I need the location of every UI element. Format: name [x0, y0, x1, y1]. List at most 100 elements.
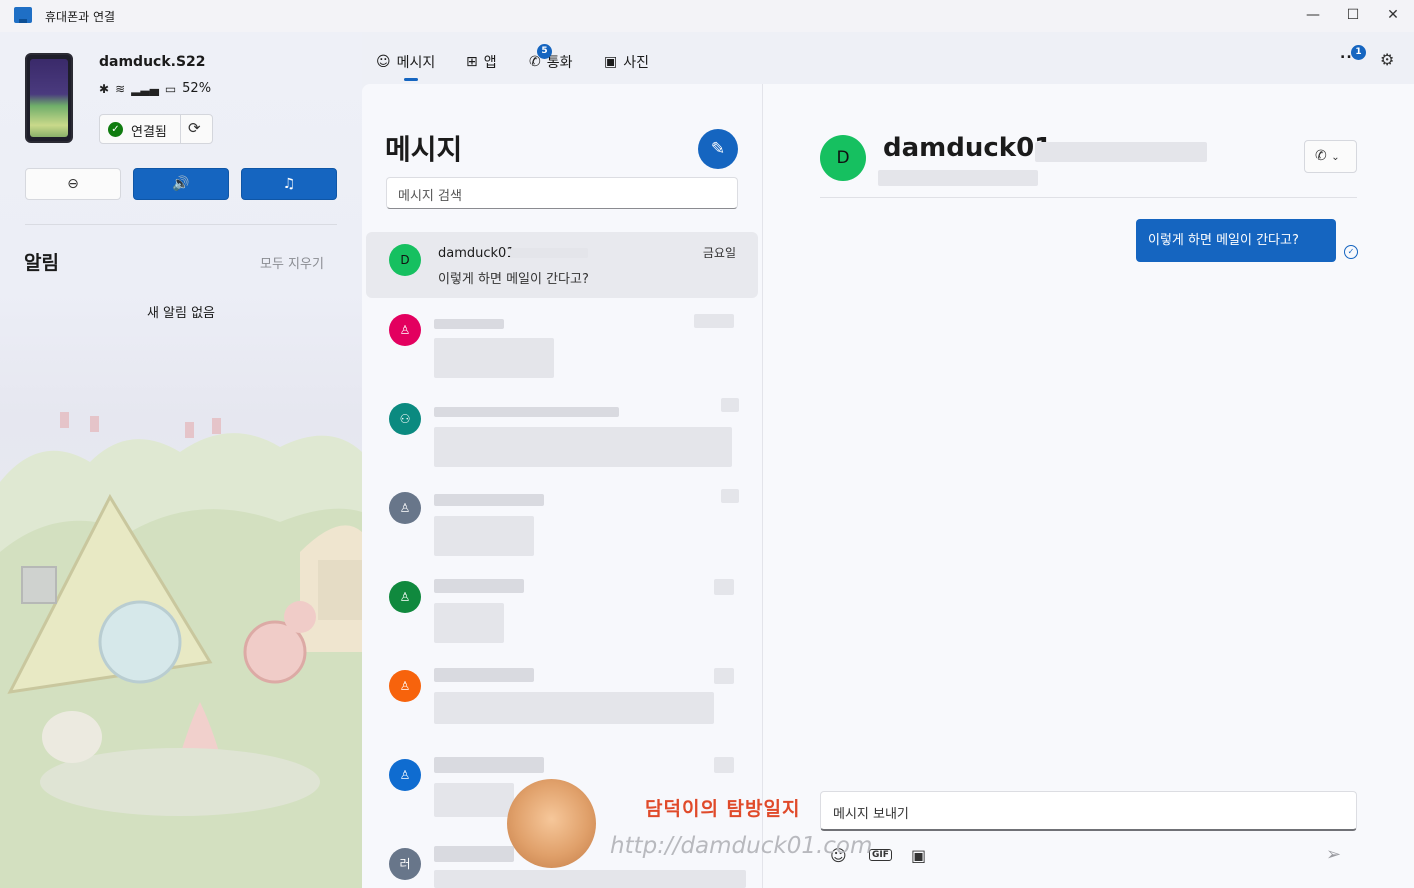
- conversation-item[interactable]: ♙: [366, 484, 758, 556]
- message-search-input[interactable]: 메시지 검색: [386, 177, 738, 209]
- redacted-text: [878, 170, 1038, 186]
- avatar: ♙: [389, 581, 421, 613]
- tab-label: 사진: [623, 55, 649, 71]
- tab-label: 앱: [483, 55, 497, 71]
- send-icon[interactable]: ➢: [1326, 844, 1341, 865]
- phone-icon: ✆: [1315, 148, 1327, 164]
- window-title: 휴대폰과 연결: [45, 10, 116, 24]
- redacted-text: [721, 489, 739, 503]
- contact-avatar: D: [820, 135, 866, 181]
- group-icon: ⚇: [399, 412, 411, 426]
- avatar: ♙: [389, 670, 421, 702]
- redacted-text: [434, 846, 514, 862]
- message-compose-input[interactable]: 메시지 보내기: [820, 791, 1357, 831]
- conversation-item[interactable]: ♙: [366, 306, 758, 378]
- redacted-text: [434, 319, 504, 329]
- connection-status-button[interactable]: ✓ 연결됨 ⟳: [99, 114, 213, 144]
- person-icon: ♙: [399, 501, 411, 515]
- do-not-disturb-button[interactable]: ⊖: [25, 168, 121, 200]
- redacted-text: [714, 579, 734, 595]
- top-navigation: ☺ 메시지 ⊞ 앱 ✆ 통화 5 ▣ 사진: [362, 32, 1414, 84]
- person-icon: ♙: [399, 590, 411, 604]
- audio-button[interactable]: 🔊: [133, 168, 229, 200]
- close-button[interactable]: ✕: [1370, 0, 1414, 32]
- active-tab-indicator: [404, 78, 418, 81]
- conversation-preview: 이렇게 하면 메일이 간다고?: [438, 272, 589, 287]
- tab-label: 메시지: [396, 55, 436, 71]
- conversation-item[interactable]: ♙: [366, 662, 758, 728]
- sent-message-bubble[interactable]: 이렇게 하면 메일이 간다고?: [1136, 219, 1336, 262]
- compose-icon: ✎: [710, 139, 726, 159]
- phone-image: [25, 53, 73, 143]
- redacted-text: [510, 248, 588, 258]
- tab-messages[interactable]: ☺ 메시지: [376, 52, 435, 72]
- messages-title: 메시지: [385, 133, 463, 166]
- redacted-text: [694, 314, 734, 328]
- settings-gear-icon[interactable]: ⚙: [1380, 50, 1394, 69]
- connected-label: 연결됨: [131, 125, 167, 140]
- redacted-text: [434, 407, 619, 417]
- apps-icon: ⊞: [466, 54, 478, 70]
- redacted-text: [434, 603, 504, 643]
- redacted-text: [434, 427, 732, 467]
- title-bar: 휴대폰과 연결 — ☐ ✕: [0, 0, 1414, 32]
- delivered-check-icon: ✓: [1344, 245, 1358, 259]
- avatar: ♙: [389, 314, 421, 346]
- message-list-pane: 메시지 ✎ 메시지 검색 D damduck01 이렇게 하면 메일이 간다고?…: [362, 84, 762, 888]
- call-dropdown-button[interactable]: ✆ ⌄: [1304, 140, 1357, 173]
- image-icon[interactable]: ▣: [911, 846, 926, 865]
- person-icon: ♙: [399, 679, 411, 693]
- notifications-title: 알림: [24, 252, 59, 274]
- person-icon: ♙: [399, 768, 411, 782]
- conversation-pane: D damduck01 ✆ ⌄ 이렇게 하면 메일이 간다고? ✓ 메시지 보내…: [762, 84, 1414, 888]
- avatar: ♙: [389, 492, 421, 524]
- watermark-title: 담덕이의 탐방일지: [645, 798, 801, 820]
- divider: [820, 197, 1357, 198]
- redacted-text: [1035, 142, 1207, 162]
- music-button[interactable]: ♫: [241, 168, 337, 200]
- watermark-url: http://damduck01.com: [610, 833, 873, 859]
- conversation-item[interactable]: ⚇: [366, 395, 758, 467]
- new-message-button[interactable]: ✎: [698, 129, 738, 169]
- photo-icon: ▣: [604, 54, 618, 70]
- sync-icon[interactable]: ⟳: [188, 119, 201, 137]
- redacted-text: [714, 757, 734, 773]
- gif-button[interactable]: GIF: [869, 849, 892, 861]
- no-notifications-text: 새 알림 없음: [146, 306, 216, 321]
- redacted-text: [434, 338, 554, 378]
- redacted-text: [434, 870, 746, 888]
- avatar: 러: [389, 848, 421, 880]
- avatar: ♙: [389, 759, 421, 791]
- device-pane: damduck.S22 ✱ ≋ ▂▃▄ ▭ 52% ✓ 연결됨 ⟳ ⊖ 🔊 ♫ …: [0, 32, 362, 888]
- tab-photos[interactable]: ▣ 사진: [604, 52, 649, 72]
- compose-placeholder: 메시지 보내기: [833, 807, 909, 822]
- avatar: ⚇: [389, 403, 421, 435]
- watermark-logo: [507, 779, 596, 868]
- redacted-text: [434, 668, 534, 682]
- conversation-name: damduck01: [438, 246, 515, 261]
- redacted-text: [434, 757, 544, 773]
- conversation-item[interactable]: ♙: [366, 573, 758, 643]
- redacted-text: [434, 783, 514, 817]
- conversation-item[interactable]: D damduck01 이렇게 하면 메일이 간다고? 금요일: [366, 232, 758, 298]
- redacted-text: [434, 494, 544, 506]
- redacted-text: [434, 516, 534, 556]
- redacted-text: [434, 579, 524, 593]
- more-badge: 1: [1351, 45, 1366, 60]
- clear-all-button[interactable]: 모두 지우기: [260, 253, 324, 272]
- checkmark-icon: ✓: [108, 122, 123, 137]
- app-icon: [14, 7, 32, 23]
- redacted-text: [721, 398, 739, 412]
- contact-name: damduck01: [883, 133, 1053, 163]
- message-icon: ☺: [376, 54, 391, 70]
- battery-percent: 52%: [182, 81, 212, 96]
- search-placeholder: 메시지 검색: [398, 189, 462, 204]
- signal-icon: ▂▃▄: [131, 81, 159, 96]
- avatar: D: [389, 244, 421, 276]
- redacted-text: [714, 668, 734, 684]
- tab-apps[interactable]: ⊞ 앱: [466, 52, 497, 72]
- device-status: ✱ ≋ ▂▃▄ ▭ 52%: [99, 81, 211, 96]
- battery-icon: ▭: [164, 81, 177, 96]
- device-name: damduck.S22: [99, 54, 206, 70]
- redacted-text: [434, 692, 714, 724]
